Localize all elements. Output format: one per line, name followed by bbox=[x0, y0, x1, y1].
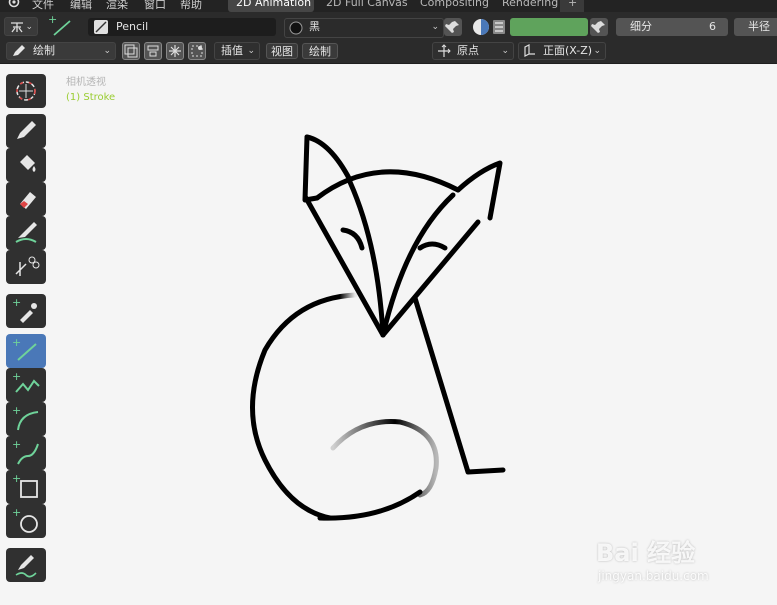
tool-annotate[interactable] bbox=[6, 548, 46, 582]
svg-text:+: + bbox=[12, 336, 21, 349]
curve-icon: + bbox=[12, 438, 39, 465]
menu-help[interactable]: 帮助 bbox=[180, 0, 202, 12]
tool-curve[interactable]: + bbox=[6, 436, 46, 470]
chevron-down-icon: ⌄ bbox=[593, 46, 601, 56]
svg-text:+: + bbox=[12, 370, 21, 383]
brush-selector[interactable]: Pencil bbox=[88, 18, 276, 36]
tool-polyline[interactable]: + bbox=[6, 368, 46, 402]
pencil-mode-icon bbox=[11, 44, 27, 63]
origin-label: 原点 bbox=[457, 44, 479, 57]
menu-file[interactable]: 文件 bbox=[32, 0, 54, 12]
tool-draw[interactable] bbox=[6, 114, 46, 148]
brush-thumbnail-icon bbox=[94, 20, 108, 36]
origin-dropdown[interactable]: 原点 ⌄ bbox=[432, 42, 514, 60]
3d-viewport[interactable]: 相机透视 (1) Stroke Bai 经验 jingyan.baidu.com bbox=[0, 65, 777, 605]
origin-icon bbox=[437, 44, 451, 63]
pencil-draw-icon bbox=[17, 121, 36, 139]
top-menu-bar: 文件 编辑 渲染 窗口 帮助 2D Animation 2D Full Canv… bbox=[0, 0, 777, 12]
polyline-icon: + bbox=[12, 370, 40, 393]
editor-type-dropdown[interactable]: ⌄ bbox=[4, 17, 38, 36]
scissors-cutter-icon bbox=[15, 256, 40, 276]
onion-skin-icon[interactable] bbox=[144, 42, 162, 60]
tool-arc[interactable]: + bbox=[6, 402, 46, 436]
menu-window[interactable]: 窗口 bbox=[144, 0, 166, 12]
menu-render[interactable]: 渲染 bbox=[106, 0, 128, 12]
grease-pencil-editor-icon bbox=[8, 19, 26, 40]
menu-edit[interactable]: 编辑 bbox=[70, 0, 92, 12]
tool-erase[interactable] bbox=[6, 182, 46, 216]
svg-text:+: + bbox=[12, 506, 21, 519]
annotate-pencil-icon bbox=[15, 555, 37, 578]
tool-circle[interactable]: + bbox=[6, 504, 46, 538]
svg-text:+: + bbox=[12, 438, 21, 451]
tab-compositing[interactable]: Compositing bbox=[412, 0, 496, 12]
interpolate-dropdown[interactable]: 插值 ⌄ bbox=[214, 42, 260, 60]
arc-icon: + bbox=[12, 404, 39, 431]
mode-dropdown[interactable]: 绘制 ⌄ bbox=[6, 42, 116, 60]
front-view-label: 正面(X-Z) bbox=[543, 44, 593, 57]
tool-fill[interactable] bbox=[6, 148, 46, 182]
fox-stroke-drawing[interactable] bbox=[0, 65, 777, 605]
tab-rendering[interactable]: Rendering bbox=[494, 0, 560, 12]
tool-cutter[interactable] bbox=[6, 250, 46, 284]
material-selector[interactable]: 黑 ⌄ bbox=[284, 18, 444, 38]
svg-text:+: + bbox=[48, 14, 57, 26]
view-menu[interactable]: 视图 bbox=[266, 43, 298, 59]
tint-brush-icon bbox=[15, 222, 37, 243]
subdivide-value: 6 bbox=[709, 20, 716, 33]
material-name: 黑 bbox=[309, 20, 320, 33]
watermark-url: jingyan.baidu.com bbox=[598, 569, 709, 583]
multiframe-icon[interactable] bbox=[122, 42, 140, 60]
drawing-plane-dropdown[interactable]: 正面(X-Z) ⌄ bbox=[518, 42, 606, 60]
svg-text:+: + bbox=[12, 296, 21, 309]
blender-logo-icon[interactable] bbox=[6, 0, 22, 11]
vertex-color-icon[interactable] bbox=[490, 18, 508, 39]
tool-cursor[interactable] bbox=[6, 74, 46, 108]
add-workspace-button[interactable]: + bbox=[560, 0, 584, 12]
chevron-down-icon: ⌄ bbox=[103, 46, 111, 56]
tool-eyedropper[interactable]: + bbox=[6, 294, 46, 328]
subdivide-field[interactable]: 细分 6 bbox=[616, 18, 728, 36]
interpolate-label: 插值 bbox=[221, 44, 243, 57]
chevron-down-icon: ⌄ bbox=[501, 46, 509, 56]
tool-tint[interactable] bbox=[6, 216, 46, 250]
guides-icon[interactable] bbox=[188, 42, 206, 60]
chevron-down-icon: ⌄ bbox=[247, 46, 255, 56]
draw-menu[interactable]: 绘制 bbox=[302, 43, 338, 59]
chevron-down-icon: ⌄ bbox=[431, 22, 439, 32]
subdivide-label: 细分 bbox=[630, 20, 652, 33]
fill-bucket-icon bbox=[20, 155, 36, 172]
svg-text:+: + bbox=[12, 404, 21, 417]
viewport-header: 绘制 ⌄ 插值 ⌄ 视图 绘制 原点 ⌄ 正面(X-Z) ⌄ bbox=[0, 40, 777, 64]
eyedropper-icon: + bbox=[12, 296, 37, 323]
radius-field[interactable]: 半径 bbox=[734, 18, 777, 36]
color-mode-icon[interactable] bbox=[472, 18, 490, 39]
pin-icon[interactable] bbox=[444, 18, 462, 36]
tool-settings-header: ⌄ + Pencil 黑 ⌄ 细分 6 半径 bbox=[0, 12, 777, 40]
plane-icon bbox=[523, 44, 537, 63]
watermark-logo-text: Bai 经验 bbox=[596, 539, 696, 567]
box-icon: + bbox=[12, 472, 38, 498]
line-tool-icon: + bbox=[12, 336, 37, 361]
eraser-icon bbox=[20, 192, 36, 209]
pin-icon[interactable] bbox=[590, 18, 608, 36]
tool-line[interactable]: + bbox=[6, 334, 46, 368]
tab-2d-animation[interactable]: 2D Animation bbox=[228, 0, 314, 12]
color-swatch[interactable] bbox=[510, 18, 588, 36]
cursor-crosshair-icon bbox=[16, 81, 36, 101]
svg-text:+: + bbox=[12, 472, 21, 485]
tool-box[interactable]: + bbox=[6, 470, 46, 504]
material-sphere-icon bbox=[289, 21, 303, 37]
circle-icon: + bbox=[12, 506, 38, 533]
snowflake-icon[interactable] bbox=[166, 42, 184, 60]
brush-name-field[interactable]: Pencil bbox=[116, 18, 148, 36]
radius-label: 半径 bbox=[748, 20, 770, 33]
mode-label: 绘制 bbox=[33, 44, 55, 57]
tab-2d-full-canvas[interactable]: 2D Full Canvas bbox=[318, 0, 410, 12]
line-tool-active-icon: + bbox=[48, 13, 74, 41]
chevron-down-icon: ⌄ bbox=[25, 22, 33, 32]
